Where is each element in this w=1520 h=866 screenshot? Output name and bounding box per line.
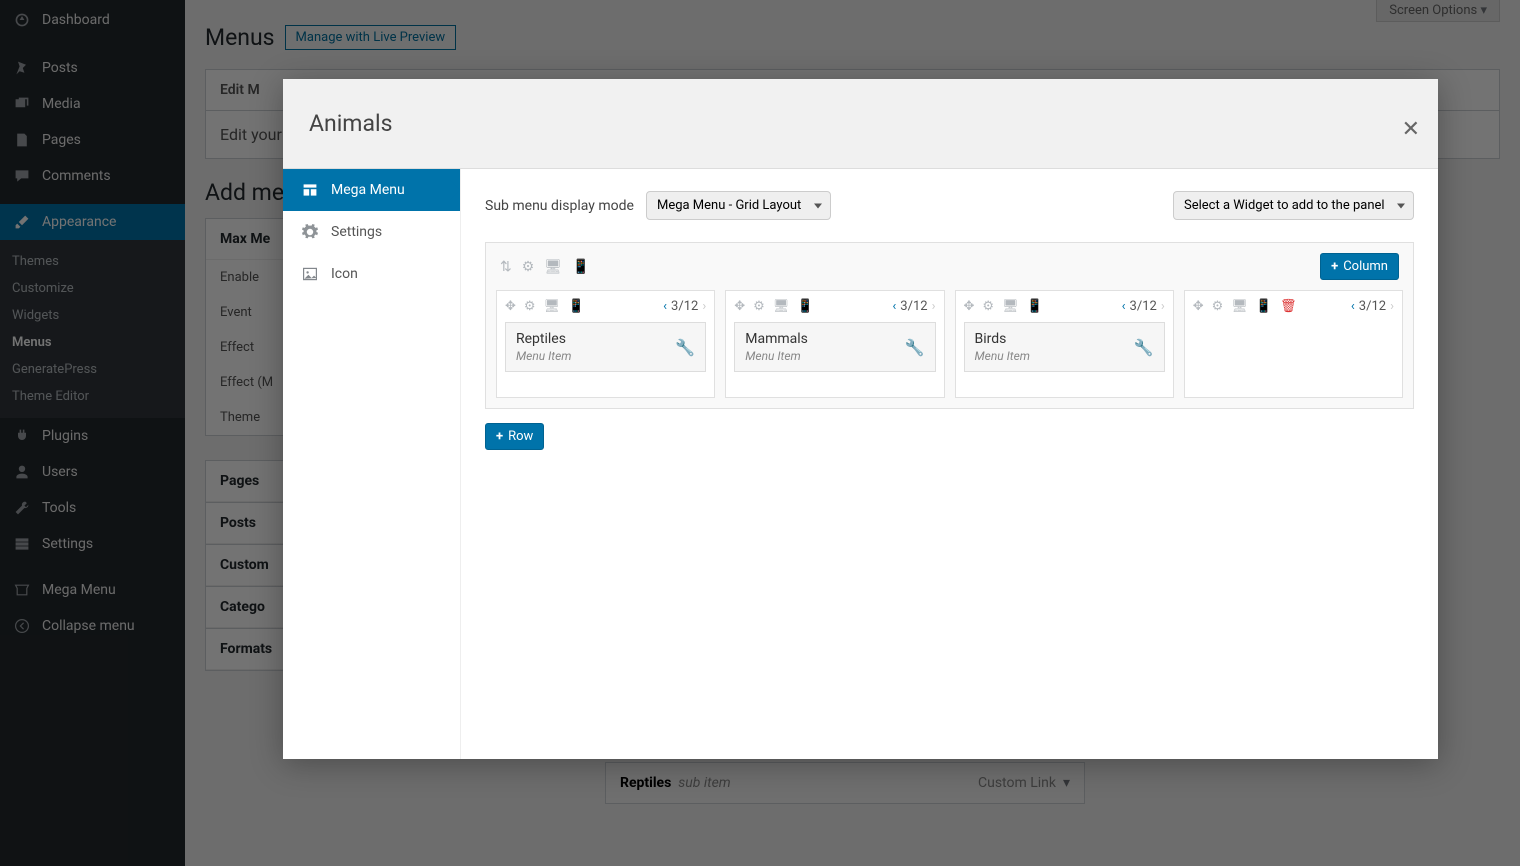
menu-item[interactable]: Reptiles Menu Item 🔧 — [505, 322, 706, 372]
menu-item[interactable]: Birds Menu Item 🔧 — [964, 322, 1165, 372]
chevron-left-icon[interactable]: ‹ — [1122, 299, 1126, 314]
wrench-icon[interactable]: 🔧 — [1134, 338, 1154, 357]
col-size: 3/12 — [1130, 299, 1157, 314]
chevron-right-icon[interactable]: › — [932, 299, 936, 314]
desktop-icon[interactable]: 🖥 — [544, 259, 562, 275]
gear-icon[interactable]: ⚙ — [522, 259, 535, 275]
chevron-right-icon[interactable]: › — [702, 299, 706, 314]
mobile-icon[interactable]: 📱 — [568, 299, 584, 314]
move-icon[interactable]: ✥ — [734, 299, 745, 314]
desktop-icon[interactable]: 🖥 — [773, 299, 790, 314]
menu-item-type: Menu Item — [516, 349, 571, 363]
modal-tabs: Mega Menu Settings Icon — [283, 169, 461, 759]
grid-column: ✥ ⚙ 🖥 📱 ‹ 3/12 › — [496, 290, 715, 398]
grid-icon — [301, 182, 319, 198]
plus-icon: + — [496, 429, 503, 444]
menu-item-title: Reptiles — [516, 331, 571, 347]
gear-icon[interactable]: ⚙ — [524, 299, 536, 314]
grid-column: ✥ ⚙ 🖥 📱 ‹ 3/12 › — [725, 290, 944, 398]
desktop-icon[interactable]: 🖥 — [544, 299, 561, 314]
modal-content: Sub menu display mode Mega Menu - Grid L… — [461, 169, 1438, 759]
grid-column: ✥ ⚙ 🖥 📱 🗑 ‹ 3/12 › — [1184, 290, 1403, 398]
move-icon[interactable]: ✥ — [964, 299, 975, 314]
chevron-left-icon[interactable]: ‹ — [663, 299, 667, 314]
chevron-left-icon[interactable]: ‹ — [1351, 299, 1355, 314]
menu-item-type: Menu Item — [745, 349, 808, 363]
display-mode-select[interactable]: Mega Menu - Grid Layout — [646, 191, 831, 220]
wrench-icon[interactable]: 🔧 — [675, 338, 695, 357]
widget-select[interactable]: Select a Widget to add to the panel — [1173, 191, 1414, 220]
chevron-right-icon[interactable]: › — [1390, 299, 1394, 314]
plus-icon: + — [1331, 259, 1338, 274]
desktop-icon[interactable]: 🖥 — [1231, 299, 1248, 314]
display-mode-label: Sub menu display mode — [485, 198, 634, 214]
gear-icon — [301, 224, 319, 240]
trash-icon[interactable]: 🗑 — [1280, 299, 1297, 314]
gear-icon[interactable]: ⚙ — [753, 299, 765, 314]
chevron-right-icon[interactable]: › — [1161, 299, 1165, 314]
add-column-button[interactable]: +Column — [1320, 253, 1399, 280]
grid-row: ⇅ ⚙ 🖥 📱 +Column ✥ ⚙ 🖥 — [485, 242, 1414, 409]
grid-column: ✥ ⚙ 🖥 📱 ‹ 3/12 › — [955, 290, 1174, 398]
close-icon[interactable]: ✕ — [1402, 117, 1420, 142]
move-icon[interactable]: ✥ — [1193, 299, 1204, 314]
mobile-icon[interactable]: 📱 — [572, 259, 589, 275]
modal-title: Animals — [309, 110, 392, 137]
sort-icon[interactable]: ⇅ — [500, 259, 512, 275]
col-size: 3/12 — [671, 299, 698, 314]
row-toolbar-icons: ⇅ ⚙ 🖥 📱 — [500, 259, 590, 275]
modal-header: Animals ✕ — [283, 79, 1438, 169]
menu-item-type: Menu Item — [975, 349, 1030, 363]
col-size: 3/12 — [900, 299, 927, 314]
image-icon — [301, 266, 319, 282]
wrench-icon[interactable]: 🔧 — [905, 338, 925, 357]
megamenu-modal: Animals ✕ Mega Menu Settings Icon Sub me… — [283, 79, 1438, 759]
tab-megamenu[interactable]: Mega Menu — [283, 169, 460, 211]
desktop-icon[interactable]: 🖥 — [1002, 299, 1019, 314]
gear-icon[interactable]: ⚙ — [982, 299, 994, 314]
add-row-button[interactable]: +Row — [485, 423, 544, 450]
move-icon[interactable]: ✥ — [505, 299, 516, 314]
menu-item[interactable]: Mammals Menu Item 🔧 — [734, 322, 935, 372]
mobile-icon[interactable]: 📱 — [1027, 299, 1043, 314]
menu-item-title: Birds — [975, 331, 1030, 347]
chevron-left-icon[interactable]: ‹ — [892, 299, 896, 314]
tab-settings[interactable]: Settings — [283, 211, 460, 253]
tab-icon[interactable]: Icon — [283, 253, 460, 295]
mobile-icon[interactable]: 📱 — [797, 299, 813, 314]
gear-icon[interactable]: ⚙ — [1212, 299, 1224, 314]
col-size: 3/12 — [1359, 299, 1386, 314]
mobile-icon[interactable]: 📱 — [1256, 299, 1272, 314]
menu-item-title: Mammals — [745, 331, 808, 347]
